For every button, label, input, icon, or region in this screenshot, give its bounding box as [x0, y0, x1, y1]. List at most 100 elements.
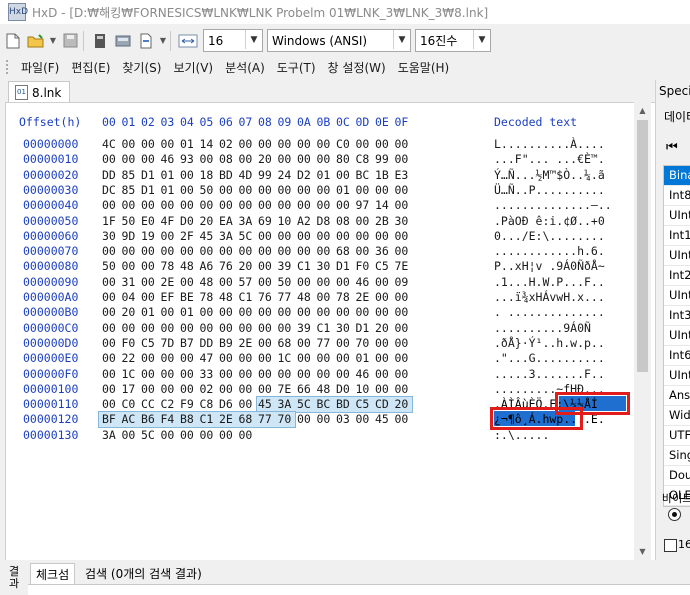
hex-byte[interactable]: 00 — [102, 305, 116, 319]
hex-byte[interactable]: 1F — [102, 214, 116, 228]
hex-byte[interactable]: 00 — [141, 275, 155, 289]
hex-byte[interactable]: BD — [336, 397, 350, 411]
menu-tools[interactable]: 도구(T) — [277, 59, 316, 76]
hex-byte[interactable]: 00 — [141, 198, 155, 212]
hex-byte[interactable]: 00 — [102, 321, 116, 335]
hex-byte[interactable]: 85 — [122, 183, 136, 197]
hex-byte[interactable]: 5C — [141, 428, 155, 442]
hex-byte[interactable]: 4C — [102, 137, 116, 151]
hex-byte[interactable]: 00 — [258, 183, 272, 197]
data-type-item[interactable]: Int32 — [664, 306, 690, 326]
hex-byte[interactable]: DD — [102, 168, 116, 182]
charset-select[interactable]: Windows (ANSI) ▼ — [267, 29, 411, 52]
hex-byte[interactable]: 00 — [161, 428, 175, 442]
hex-byte[interactable]: 00 — [317, 152, 331, 166]
hex-byte[interactable]: 00 — [336, 336, 350, 350]
hex-byte[interactable]: 00 — [219, 244, 233, 258]
hex-byte[interactable]: 00 — [278, 367, 292, 381]
hex-byte[interactable]: 00 — [258, 382, 272, 396]
hex-byte[interactable]: C8 — [200, 397, 214, 411]
hex-byte[interactable]: 00 — [102, 152, 116, 166]
hex-byte[interactable]: 18 — [200, 168, 214, 182]
hex-byte[interactable]: 30 — [102, 229, 116, 243]
hex-byte[interactable]: 00 — [239, 367, 253, 381]
hex-byte[interactable]: 00 — [258, 244, 272, 258]
hex-byte[interactable]: 50 — [122, 214, 136, 228]
hex-byte[interactable]: 36 — [375, 244, 389, 258]
hex-byte[interactable]: 00 — [141, 259, 155, 273]
hex-byte[interactable]: 00 — [395, 244, 409, 258]
tab-checksum[interactable]: 체크섬 — [30, 563, 76, 585]
hex-byte[interactable]: 2F — [180, 229, 194, 243]
hex-byte[interactable]: 4F — [161, 214, 175, 228]
data-type-item[interactable]: WideChar — [664, 406, 690, 426]
hex-byte[interactable]: 01 — [180, 137, 194, 151]
hex-byte[interactable]: 00 — [297, 198, 311, 212]
page-icon[interactable] — [136, 31, 156, 51]
hex-byte[interactable]: 00 — [336, 351, 350, 365]
hex-byte[interactable]: 00 — [122, 321, 136, 335]
data-type-item[interactable]: Int64 — [664, 346, 690, 366]
data-type-item[interactable]: UInt32 — [664, 326, 690, 346]
hex-byte[interactable]: 01 — [161, 168, 175, 182]
hex-byte[interactable]: 3A — [102, 428, 116, 442]
hex-byte[interactable]: 00 — [102, 382, 116, 396]
data-type-item[interactable]: UInt16 — [664, 246, 690, 266]
tab-8-lnk[interactable]: 01 8.lnk — [8, 81, 70, 103]
hex-byte[interactable]: D1 — [336, 259, 350, 273]
hex-byte[interactable]: 00 — [395, 183, 409, 197]
hex-byte[interactable]: 00 — [161, 351, 175, 365]
hex-byte[interactable]: 00 — [395, 382, 409, 396]
hex-byte[interactable]: 45 — [200, 229, 214, 243]
hex-byte[interactable]: 00 — [317, 367, 331, 381]
hex-editor[interactable]: Offset(h) Decoded text 00 01 02 03 04 05 06 07 0… — [5, 102, 657, 562]
hex-byte[interactable]: 01 — [141, 305, 155, 319]
hex-byte[interactable]: 00 — [317, 351, 331, 365]
hex-byte[interactable]: B8 — [180, 412, 194, 426]
hex-byte[interactable]: 00 — [297, 244, 311, 258]
hex-byte[interactable]: 50 — [278, 275, 292, 289]
first-record-icon[interactable]: ⏮ — [666, 140, 678, 155]
hex-byte[interactable]: 00 — [219, 382, 233, 396]
hex-byte[interactable]: 00 — [356, 305, 370, 319]
hex-byte[interactable]: 68 — [239, 412, 253, 426]
hex-byte[interactable]: 00 — [317, 305, 331, 319]
hex-byte[interactable]: 00 — [102, 198, 116, 212]
hex-byte[interactable]: 00 — [258, 137, 272, 151]
hex-byte[interactable]: BC — [317, 397, 331, 411]
menu-view[interactable]: 보기(V) — [173, 59, 213, 76]
hex-byte[interactable]: 00 — [336, 229, 350, 243]
hex-byte[interactable]: 00 — [180, 168, 194, 182]
data-type-item[interactable]: Int24 — [664, 266, 690, 286]
hex-byte[interactable]: C1 — [317, 321, 331, 335]
hex-byte[interactable]: 20 — [375, 321, 389, 335]
hex-byte[interactable]: 00 — [336, 275, 350, 289]
hex-byte[interactable]: 00 — [297, 229, 311, 243]
hex-byte[interactable]: 00 — [200, 198, 214, 212]
hex-byte[interactable]: 00 — [180, 321, 194, 335]
hex-byte[interactable]: 00 — [395, 229, 409, 243]
hex-byte[interactable]: 00 — [239, 397, 253, 411]
hex-byte[interactable]: 00 — [278, 229, 292, 243]
decoded-text-row[interactable]: L..........À.... — [494, 137, 605, 151]
decoded-text-row[interactable]: .1...H.W.P...F.. — [494, 275, 605, 289]
hex-byte[interactable]: 46 — [356, 367, 370, 381]
little-endian-radio[interactable] — [668, 508, 681, 521]
hex-byte[interactable]: 00 — [102, 244, 116, 258]
hex-byte[interactable]: 00 — [297, 183, 311, 197]
hex-byte[interactable]: BE — [180, 290, 194, 304]
vertical-scrollbar[interactable]: ▲ ▼ — [634, 102, 651, 560]
hex-byte[interactable]: 00 — [200, 305, 214, 319]
hex-display-checkbox[interactable] — [664, 539, 677, 552]
hex-byte[interactable]: 00 — [278, 137, 292, 151]
hex-byte[interactable]: 01 — [180, 305, 194, 319]
hex-byte[interactable]: 00 — [336, 168, 350, 182]
hex-byte[interactable]: 00 — [336, 305, 350, 319]
hex-byte[interactable]: 00 — [239, 351, 253, 365]
hex-byte[interactable]: 00 — [258, 336, 272, 350]
hex-byte[interactable]: 08 — [336, 214, 350, 228]
decoded-text-row[interactable]: .PàOÐ ê:i.¢Ø..+0 — [494, 214, 605, 228]
hex-byte[interactable]: 02 — [200, 382, 214, 396]
hex-byte[interactable]: CD — [375, 397, 389, 411]
hex-byte[interactable]: 00 — [102, 367, 116, 381]
